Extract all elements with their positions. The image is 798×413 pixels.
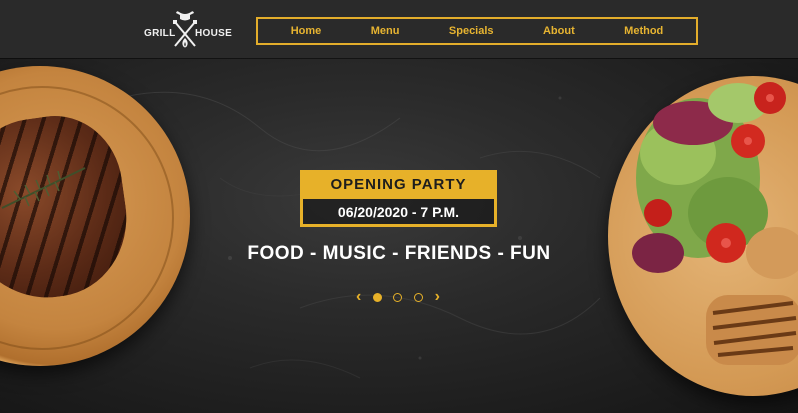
nav-menu[interactable]: Menu <box>371 25 400 37</box>
main-nav: Home Menu Specials About Method <box>256 17 698 45</box>
nav-about[interactable]: About <box>543 25 575 37</box>
logo-text-house: HOUSE <box>195 28 233 39</box>
carousel-dot-1[interactable] <box>372 292 382 302</box>
event-date: 06/20/2020 - 7 P.M. <box>300 199 497 227</box>
hero-content: OPENING PARTY 06/20/2020 - 7 P.M. FOOD -… <box>0 58 798 413</box>
event-banner: OPENING PARTY 06/20/2020 - 7 P.M. <box>300 170 497 227</box>
nav-home[interactable]: Home <box>291 25 322 37</box>
nav-method[interactable]: Method <box>624 25 663 37</box>
carousel-next-icon[interactable]: › <box>435 289 440 305</box>
carousel-prev-icon[interactable]: ‹ <box>356 289 361 305</box>
carousel-dot-2[interactable] <box>393 292 403 302</box>
carousel-controls: ‹ › <box>356 289 440 305</box>
site-header: GRILL HOUSE Home Menu Specials About Met… <box>0 0 798 58</box>
page: GRILL HOUSE Home Menu Specials About Met… <box>0 0 798 413</box>
nav-specials[interactable]: Specials <box>449 25 494 37</box>
hero-tagline: FOOD - MUSIC - FRIENDS - FUN <box>247 243 551 264</box>
carousel-dot-3[interactable] <box>414 292 424 302</box>
event-title: OPENING PARTY <box>300 170 497 199</box>
logo[interactable]: GRILL HOUSE <box>144 8 232 52</box>
